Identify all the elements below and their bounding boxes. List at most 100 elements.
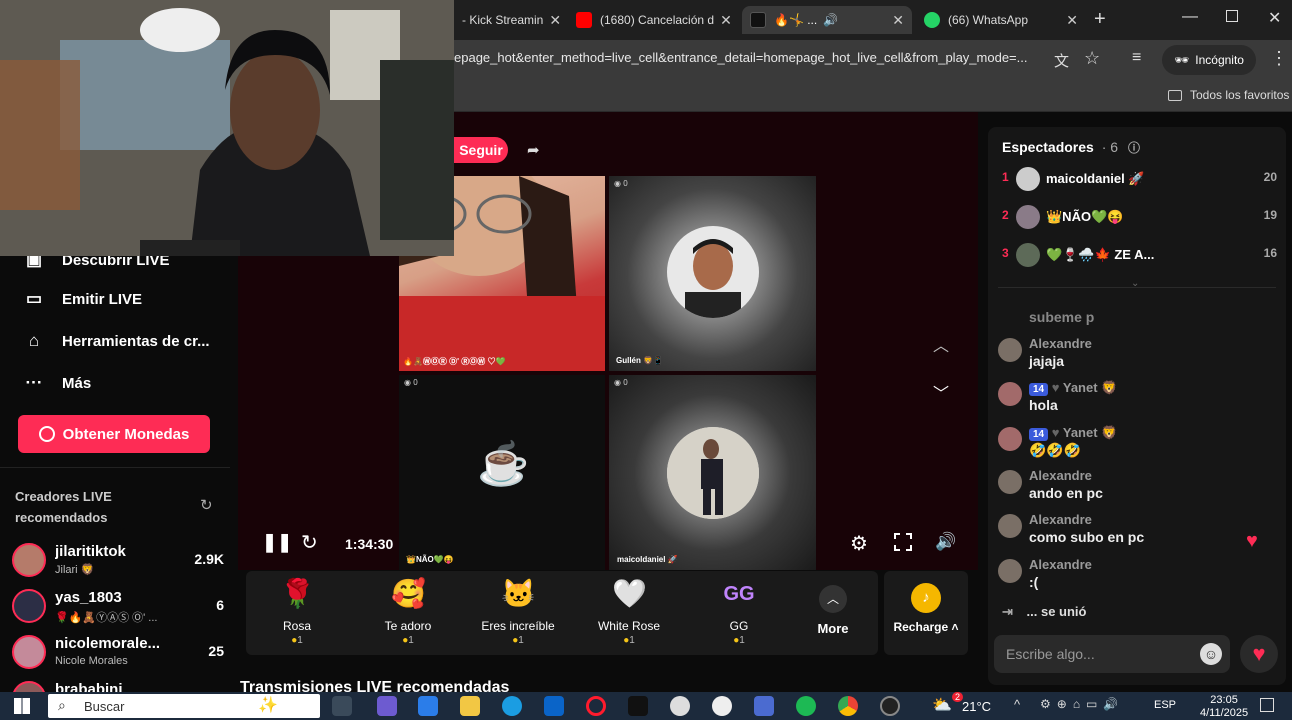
discord-icon[interactable] xyxy=(712,696,732,716)
volume-icon[interactable]: 🔊 xyxy=(935,532,956,552)
guest-viewers: ◉ 0 xyxy=(614,179,628,188)
viewer-count: 25 xyxy=(208,643,224,659)
spotify-icon[interactable] xyxy=(796,696,816,716)
edge-icon[interactable] xyxy=(502,696,522,716)
share-icon[interactable]: ➦ xyxy=(527,141,540,159)
viewer-row[interactable]: 1 maicoldaniel 🚀 20 xyxy=(1002,167,1277,197)
close-tab-icon[interactable]: ✕ xyxy=(886,12,904,29)
help-icon[interactable]: ⓘ xyxy=(1128,141,1140,155)
recharge-label-text: Recharge xyxy=(893,620,949,634)
more-gifts-button[interactable]: ︿ More xyxy=(788,577,878,636)
like-button[interactable]: ♥ xyxy=(1240,635,1278,673)
tab-whatsapp[interactable]: (66) WhatsApp ✕ xyxy=(916,6,1086,34)
pause-icon[interactable]: ❚❚ xyxy=(262,532,292,553)
viewer-row[interactable]: 2 👑NÃO💚😝 19 xyxy=(1002,205,1277,235)
gift-te-adoro[interactable]: 🥰 Te adoro ●1 xyxy=(363,577,453,646)
minimize-icon[interactable]: — xyxy=(1182,8,1198,26)
creator-item[interactable]: nicolemorale... Nicole Morales 25 xyxy=(12,631,224,675)
sidebar-item-go-live[interactable]: ▭ Emitir LIVE xyxy=(22,289,142,309)
incognito-badge[interactable]: 🕶 Incógnito xyxy=(1162,45,1256,75)
chrome-icon[interactable] xyxy=(838,696,858,716)
tab-kick[interactable]: - Kick Streamin ✕ xyxy=(454,6,564,34)
opera-icon[interactable] xyxy=(586,696,606,716)
settings-icon[interactable]: ⚙ xyxy=(850,531,868,556)
guest-tile[interactable]: ◉ 0 Gullén 🦁📱 xyxy=(609,176,816,371)
stream-time: 1:34:30 xyxy=(345,536,394,552)
avatar xyxy=(998,382,1022,406)
avatar xyxy=(998,514,1022,538)
language-indicator[interactable]: ESP xyxy=(1154,699,1176,711)
menu-icon[interactable]: ⋮ xyxy=(1270,48,1288,69)
coffee-icon: ☕ xyxy=(477,440,530,487)
obs-icon[interactable] xyxy=(880,696,900,716)
gift-name: GG xyxy=(729,619,749,633)
star-icon[interactable]: ☆ xyxy=(1084,48,1100,69)
gift-gg[interactable]: GG GG ●1 xyxy=(694,577,784,646)
gift-rosa[interactable]: 🌹 Rosa ●1 xyxy=(252,577,342,646)
media-control-icon[interactable]: ≡ xyxy=(1132,49,1141,67)
chevron-down-icon[interactable]: ﹀ xyxy=(933,380,949,404)
store-icon[interactable] xyxy=(418,696,438,716)
chat-message: Alexandre jajaja xyxy=(998,336,1273,376)
follow-button[interactable]: Seguir xyxy=(454,137,508,163)
tab-tiktok[interactable]: 🔥🤸 ... 🔊 ✕ xyxy=(742,6,912,34)
emoji-icon[interactable]: ☺ xyxy=(1200,643,1222,665)
tray-icons[interactable]: ⚙⊕⌂▭🔊 xyxy=(1040,697,1124,711)
gift-eres-increible[interactable]: 🐱 Eres increíble ●1 xyxy=(473,577,563,646)
weather-temp: 21°C xyxy=(962,699,992,714)
gift-price: ●1 xyxy=(584,635,674,646)
gift-white-rose[interactable]: 🤍 White Rose ●1 xyxy=(584,577,674,646)
translate-icon[interactable]: 文 xyxy=(1054,50,1069,71)
close-tab-icon[interactable]: ✕ xyxy=(714,12,732,29)
tiktok-icon[interactable] xyxy=(628,696,648,716)
refresh-icon[interactable]: ↻ xyxy=(200,496,213,514)
app-icon[interactable] xyxy=(670,696,690,716)
fullscreen-icon[interactable] xyxy=(894,533,912,551)
guest-tile[interactable]: ◉ 0 maicoldaniel 🚀 xyxy=(609,375,816,570)
clock[interactable]: 23:05 4/11/2025 xyxy=(1200,694,1248,720)
taskbar-search[interactable]: ⌕ Buscar ✨ xyxy=(48,694,320,718)
recharge-button[interactable]: ♪ Recharge ˄ xyxy=(884,571,968,655)
creator-item[interactable]: jilaritiktok Jilari 🦁 2.9K xyxy=(12,539,224,583)
close-tab-icon[interactable]: ✕ xyxy=(1060,12,1078,29)
windows-start-icon[interactable] xyxy=(14,698,30,714)
cat-icon: 🐱 xyxy=(501,578,536,609)
chat-text: jajaja xyxy=(1029,353,1065,369)
weather-icon[interactable]: ⛅ xyxy=(932,695,952,715)
guest-tile[interactable]: ◉ 0 ☕ 👑NÃO💚😝 xyxy=(399,375,605,570)
explorer-icon[interactable] xyxy=(460,696,480,716)
notifications-icon[interactable] xyxy=(1260,698,1274,712)
viewers-count: · 6 xyxy=(1101,139,1119,155)
sidebar-item-tools[interactable]: ⌂ Herramientas de cr... xyxy=(22,331,210,351)
tiktok-coin-icon: ♪ xyxy=(911,583,941,613)
close-window-icon[interactable]: ✕ xyxy=(1268,8,1281,28)
heart-icon: ♥ xyxy=(1051,425,1060,440)
folder-icon xyxy=(1168,89,1182,101)
all-bookmarks[interactable]: Todos los favoritos xyxy=(1168,88,1289,102)
tray-chevron-icon[interactable]: ^ xyxy=(1014,697,1020,712)
close-tab-icon[interactable]: ✕ xyxy=(543,12,561,29)
sidebar-item-more[interactable]: ··· Más xyxy=(22,373,92,393)
outlook-icon[interactable] xyxy=(544,696,564,716)
sidebar-item-label: Emitir LIVE xyxy=(62,290,143,308)
copilot-icon[interactable] xyxy=(377,696,397,716)
app-icon[interactable] xyxy=(754,696,774,716)
chat-input[interactable]: Escribe algo... ☺ xyxy=(994,635,1230,673)
chevron-up-icon[interactable]: ︿ xyxy=(933,332,949,356)
chevron-up-icon: ︿ xyxy=(819,585,847,613)
task-view-icon[interactable] xyxy=(332,696,352,716)
viewer-row[interactable]: 3 💚🍷🌧️🍁 ZE A... 16 xyxy=(1002,243,1277,273)
creator-item[interactable]: yas_1803 🌹🔥🧸ⓎⒶⓈ Ⓞ' ... 6 xyxy=(12,585,224,629)
creator-item[interactable]: brababini xyxy=(12,677,224,692)
tab-youtube[interactable]: (1680) Cancelación d ✕ xyxy=(568,6,738,34)
get-coins-button[interactable]: Obtener Monedas xyxy=(18,415,210,453)
viewer-count: 6 xyxy=(216,597,224,613)
new-tab-icon[interactable]: + xyxy=(1094,8,1106,31)
url-field[interactable]: epage_hot&enter_method=live_cell&entranc… xyxy=(454,50,1044,65)
chat-username-text: Yanet 🦁 xyxy=(1062,380,1118,395)
ellipsis-icon: ··· xyxy=(25,373,43,392)
maximize-icon[interactable] xyxy=(1226,10,1238,22)
avatar xyxy=(667,427,759,519)
refresh-icon[interactable]: ↻ xyxy=(301,530,318,555)
viewer-name: maicoldaniel 🚀 xyxy=(1046,171,1145,186)
